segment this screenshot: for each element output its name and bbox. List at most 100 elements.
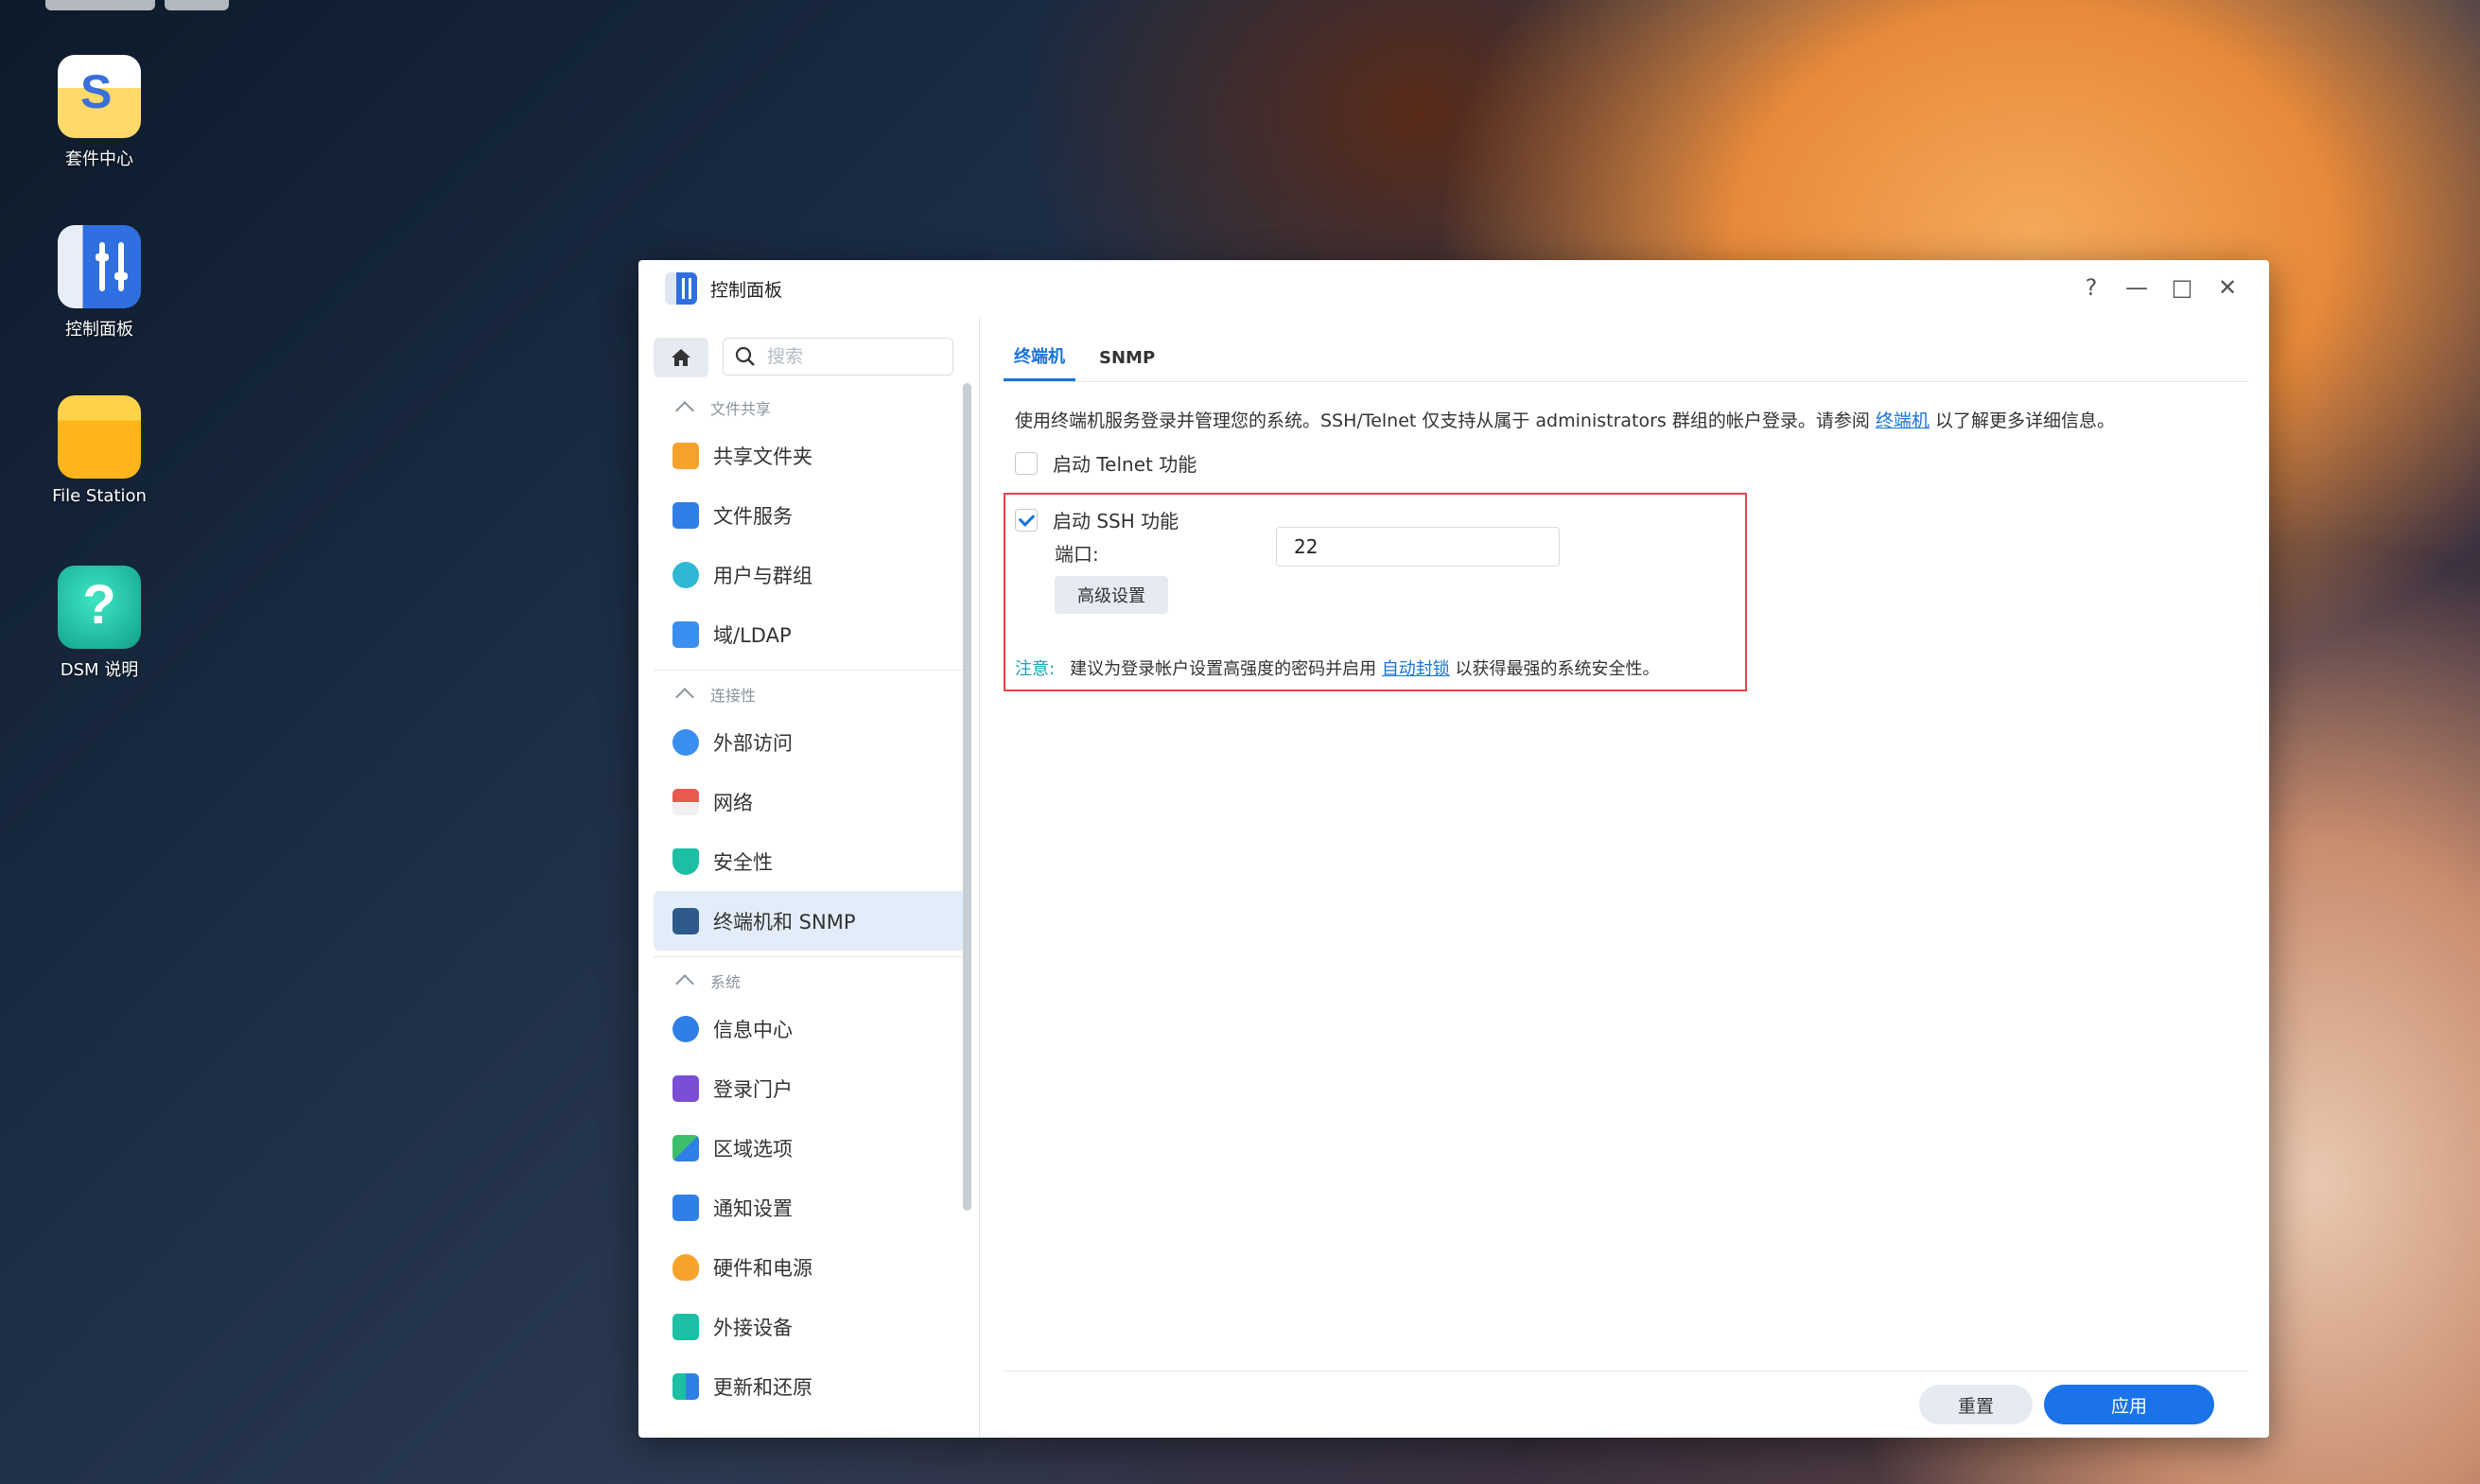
sidebar-item-file-services[interactable]: 文件服务 bbox=[654, 485, 966, 545]
sidebar-item-hardware-power[interactable]: 硬件和电源 bbox=[654, 1237, 966, 1297]
sidebar-scrollbar[interactable] bbox=[963, 383, 971, 1211]
sidebar: 文件共享 共享文件夹 文件服务 用户与群组 域/LDAP 连接性 外部访问 网络… bbox=[654, 338, 971, 1438]
search-input[interactable] bbox=[765, 345, 939, 368]
window-titlebar[interactable]: 控制面板 ? — □ ✕ bbox=[638, 260, 2269, 317]
sidebar-item-label: 终端机和 SNMP bbox=[713, 910, 856, 934]
tab-terminal[interactable]: 终端机 bbox=[1004, 343, 1075, 381]
home-icon bbox=[672, 349, 690, 366]
search-box[interactable] bbox=[723, 338, 953, 375]
sidebar-item-terminal-snmp[interactable]: 终端机和 SNMP bbox=[654, 891, 966, 951]
port-input[interactable] bbox=[1276, 527, 1560, 567]
sidebar-item-update-restore[interactable]: 更新和还原 bbox=[654, 1356, 966, 1416]
external-device-icon bbox=[672, 1313, 699, 1340]
terminal-help-link[interactable]: 终端机 bbox=[1876, 410, 1930, 431]
sidebar-item-label: 外部访问 bbox=[713, 731, 793, 755]
taskbar-tab[interactable] bbox=[165, 0, 229, 10]
desktop-icon-control-panel[interactable]: 控制面板 bbox=[38, 225, 161, 340]
sidebar-item-network[interactable]: 网络 bbox=[654, 772, 966, 831]
sidebar-item-label: 安全性 bbox=[713, 850, 773, 874]
home-button[interactable] bbox=[654, 338, 708, 377]
ssh-option[interactable]: 启动 SSH 功能 bbox=[1015, 506, 1179, 533]
sidebar-item-label: 通知设置 bbox=[713, 1196, 793, 1220]
sidebar-item-users-groups[interactable]: 用户与群组 bbox=[654, 545, 966, 604]
section-title: 文件共享 bbox=[710, 400, 772, 418]
ssh-label: 启动 SSH 功能 bbox=[1053, 510, 1179, 532]
info-icon bbox=[672, 1015, 699, 1042]
sidebar-item-login-portal[interactable]: 登录门户 bbox=[654, 1058, 966, 1118]
external-access-icon bbox=[672, 728, 699, 756]
section-header-system[interactable]: 系统 bbox=[654, 963, 966, 999]
desktop-icon-label: 控制面板 bbox=[65, 320, 133, 340]
sidebar-nav: 文件共享 共享文件夹 文件服务 用户与群组 域/LDAP 连接性 外部访问 网络… bbox=[654, 390, 966, 1416]
note-text: 以获得最强的系统安全性。 bbox=[1449, 659, 1660, 679]
desktop-icon-label: DSM 说明 bbox=[60, 660, 139, 680]
file-services-icon bbox=[672, 501, 699, 529]
main-panel: 终端机 SNMP 使用终端机服务登录并管理您的系统。SSH/Telnet 仅支持… bbox=[1004, 317, 2248, 1438]
sidebar-item-info-center[interactable]: 信息中心 bbox=[654, 999, 966, 1058]
users-icon bbox=[672, 561, 699, 588]
section-title: 系统 bbox=[710, 973, 742, 991]
sidebar-item-label: 信息中心 bbox=[713, 1018, 793, 1041]
search-icon bbox=[735, 346, 755, 366]
sidebar-item-label: 登录门户 bbox=[713, 1077, 793, 1101]
advanced-settings-button[interactable]: 高级设置 bbox=[1055, 576, 1168, 614]
taskbar-tab[interactable] bbox=[45, 0, 155, 10]
chevron-up-icon bbox=[675, 401, 694, 420]
description: 使用终端机服务登录并管理您的系统。SSH/Telnet 仅支持从属于 admin… bbox=[1015, 407, 2248, 432]
sidebar-item-external-access[interactable]: 外部访问 bbox=[654, 712, 966, 772]
window-title: 控制面板 bbox=[710, 279, 783, 301]
lightbulb-icon bbox=[672, 1253, 699, 1281]
minimize-icon[interactable]: — bbox=[2123, 271, 2150, 304]
package-center-icon: S bbox=[58, 55, 141, 138]
note-label: 注意: bbox=[1015, 659, 1056, 679]
desktop-icon-package-center[interactable]: S 套件中心 bbox=[38, 55, 161, 170]
sidebar-item-security[interactable]: 安全性 bbox=[654, 831, 966, 891]
shared-folder-icon bbox=[672, 442, 699, 469]
maximize-icon[interactable]: □ bbox=[2169, 271, 2195, 304]
sidebar-item-label: 更新和还原 bbox=[713, 1375, 812, 1399]
auto-block-link[interactable]: 自动封锁 bbox=[1382, 659, 1450, 679]
port-label: 端口: bbox=[1055, 543, 1099, 566]
ssh-checkbox[interactable] bbox=[1015, 508, 1038, 532]
help-icon: ? bbox=[58, 566, 141, 649]
tab-bar: 终端机 SNMP bbox=[1004, 317, 2248, 382]
sidebar-item-label: 域/LDAP bbox=[713, 623, 792, 647]
sidebar-divider bbox=[979, 317, 980, 1438]
shield-icon bbox=[672, 847, 699, 875]
desktop-icon-file-station[interactable]: File Station bbox=[38, 395, 161, 506]
apply-button[interactable]: 应用 bbox=[2044, 1385, 2214, 1424]
telnet-label: 启动 Telnet 功能 bbox=[1053, 453, 1197, 476]
network-icon bbox=[672, 788, 699, 815]
sidebar-item-label: 网络 bbox=[713, 791, 753, 814]
section-header-file-sharing[interactable]: 文件共享 bbox=[654, 390, 966, 426]
sidebar-item-regional-options[interactable]: 区域选项 bbox=[654, 1118, 966, 1178]
sidebar-item-label: 文件服务 bbox=[713, 504, 793, 528]
description-text: 以了解更多详细信息。 bbox=[1929, 410, 2115, 431]
desktop-icon-label: 套件中心 bbox=[65, 149, 133, 169]
sidebar-item-label: 外接设备 bbox=[713, 1316, 793, 1339]
sidebar-item-notification[interactable]: 通知设置 bbox=[654, 1178, 966, 1237]
close-icon[interactable]: ✕ bbox=[2214, 271, 2241, 304]
sidebar-item-label: 硬件和电源 bbox=[713, 1256, 812, 1280]
sidebar-item-shared-folder[interactable]: 共享文件夹 bbox=[654, 426, 966, 485]
sidebar-item-label: 用户与群组 bbox=[713, 564, 812, 587]
chevron-up-icon bbox=[675, 974, 694, 993]
note-text: 建议为登录帐户设置高强度的密码并启用 bbox=[1070, 659, 1382, 679]
control-panel-icon bbox=[58, 225, 141, 308]
section-header-connectivity[interactable]: 连接性 bbox=[654, 676, 966, 712]
security-note: 注意: 建议为登录帐户设置高强度的密码并启用 自动封锁 以获得最强的系统安全性。 bbox=[1015, 655, 1660, 680]
sidebar-item-external-devices[interactable]: 外接设备 bbox=[654, 1297, 966, 1356]
desktop-icon-dsm-help[interactable]: ? DSM 说明 bbox=[38, 566, 161, 681]
sidebar-item-label: 共享文件夹 bbox=[713, 445, 812, 468]
control-panel-icon bbox=[665, 272, 697, 305]
sidebar-item-domain-ldap[interactable]: 域/LDAP bbox=[654, 604, 966, 664]
telnet-option[interactable]: 启动 Telnet 功能 bbox=[1015, 449, 2248, 477]
telnet-checkbox[interactable] bbox=[1015, 451, 1038, 475]
regional-options-icon bbox=[672, 1134, 699, 1161]
reset-button[interactable]: 重置 bbox=[1919, 1385, 2033, 1424]
help-icon[interactable]: ? bbox=[2078, 271, 2105, 304]
chevron-up-icon bbox=[675, 688, 694, 707]
update-icon bbox=[672, 1372, 699, 1400]
description-text: 使用终端机服务登录并管理您的系统。SSH/Telnet 仅支持从属于 admin… bbox=[1015, 410, 1876, 431]
tab-snmp[interactable]: SNMP bbox=[1089, 348, 1165, 381]
